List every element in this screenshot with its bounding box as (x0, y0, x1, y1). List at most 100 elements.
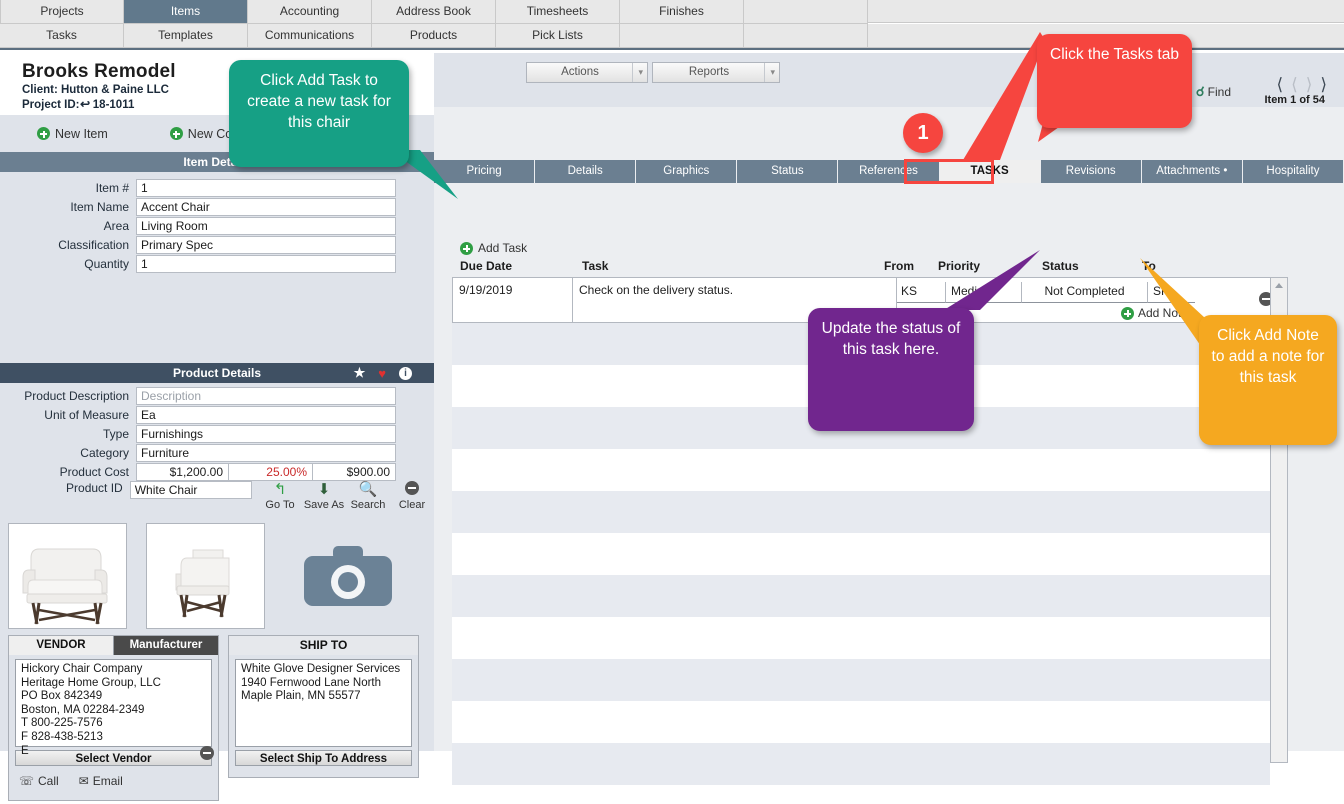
menu-tab-projects[interactable]: Projects (0, 0, 124, 24)
vendor-contact-actions: ☏ Call ✉ Email (19, 774, 218, 788)
tab-graphics[interactable]: Graphics (636, 160, 738, 183)
tab-pricing[interactable]: Pricing (434, 160, 536, 183)
bottom-cards: VENDOR Manufacturer Hickory Chair Compan… (0, 635, 434, 804)
select-ship-to-address-button[interactable]: Select Ship To Address (235, 750, 412, 766)
menu-tab-tasks[interactable]: Tasks (0, 24, 124, 48)
input-product-description[interactable]: Description (136, 386, 396, 405)
tab-status[interactable]: Status (737, 160, 839, 183)
actions-dropdown[interactable]: Actions ▾ (526, 62, 648, 83)
add-photo-placeholder[interactable] (300, 541, 396, 611)
field-row-product-id: Product ID White Chair ↰ Go To ⬇ Save As… (0, 481, 434, 511)
menu-tab-accounting[interactable]: Accounting (248, 0, 372, 24)
clear-button[interactable]: Clear (390, 481, 434, 511)
task-table-header: Due Date Task From Priority Status To (434, 259, 1344, 277)
vendor-card: VENDOR Manufacturer Hickory Chair Compan… (8, 635, 219, 801)
record-navigation: ⟨ ⟨ ⟩ ⟩ (1276, 75, 1327, 95)
tab-attachments[interactable]: Attachments • (1141, 160, 1243, 183)
column-header-task: Task (582, 259, 609, 273)
next-record-icon[interactable]: ⟩ (1306, 75, 1313, 95)
add-task-button[interactable]: Add Task (460, 241, 527, 255)
cell-due-date[interactable]: 9/19/2019 (453, 278, 573, 322)
search-icon: 🔍 (358, 481, 378, 498)
input-type[interactable]: Furnishings (136, 424, 396, 443)
cell-from[interactable]: KS (897, 282, 945, 303)
menu-tab-templates[interactable]: Templates (124, 24, 248, 48)
input-unit-of-measure[interactable]: Ea (136, 405, 396, 424)
info-icon[interactable]: i (399, 366, 412, 380)
field-row-category: Category Furniture (0, 443, 434, 462)
search-button[interactable]: 🔍 Search (346, 481, 390, 511)
input-classification[interactable]: Primary Spec (136, 235, 396, 254)
back-arrow-icon[interactable]: ↪ (80, 97, 90, 111)
empty-row (452, 575, 1270, 617)
heart-icon[interactable]: ♥ (378, 366, 386, 381)
save-as-button[interactable]: ⬇ Save As (302, 481, 346, 511)
menu-tab-communications[interactable]: Communications (248, 24, 372, 48)
product-image-side[interactable] (146, 523, 265, 629)
empty-row (452, 533, 1270, 575)
email-button[interactable]: ✉ Email (79, 774, 123, 788)
plus-circle-icon (169, 127, 183, 140)
menu-tab-items[interactable]: Items (124, 0, 248, 24)
go-to-button[interactable]: ↰ Go To (258, 481, 302, 511)
product-image-front[interactable] (8, 523, 127, 629)
search-label: Search (350, 499, 386, 511)
item-count-label: Item 1 of 54 (1264, 94, 1325, 106)
reports-dropdown[interactable]: Reports ▾ (652, 62, 780, 83)
label-product-id: Product ID (66, 481, 123, 495)
first-record-icon[interactable]: ⟨ (1276, 75, 1283, 95)
input-area[interactable]: Living Room (136, 216, 396, 235)
previous-record-icon[interactable]: ⟨ (1291, 75, 1298, 95)
product-tool-group: ↰ Go To ⬇ Save As 🔍 Search Clear (258, 481, 434, 511)
menu-tab-products[interactable]: Products (372, 24, 496, 48)
product-details-section-header: Product Details ★ ♥ i (0, 363, 434, 383)
tab-hospitality[interactable]: Hospitality (1242, 160, 1344, 183)
menu-tab-address-book[interactable]: Address Book (372, 0, 496, 24)
vendor-address[interactable]: Hickory Chair Company Heritage Home Grou… (15, 659, 212, 757)
menu-tab-finishes[interactable]: Finishes (620, 0, 744, 24)
tab-manufacturer[interactable]: Manufacturer (114, 636, 218, 655)
input-category[interactable]: Furniture (136, 443, 396, 462)
scroll-up-icon[interactable] (1275, 283, 1283, 288)
save-as-label: Save As (303, 499, 345, 511)
empty-row (452, 659, 1270, 701)
callout-tasks-tab: Click the Tasks tab (1037, 34, 1192, 128)
go-to-label: Go To (265, 499, 295, 511)
input-product-id[interactable]: White Chair (129, 481, 252, 499)
callout-update-status-text: Update the status of this task here. (821, 320, 961, 358)
field-row-item-number: Item # 1 (0, 178, 434, 197)
ship-to-address[interactable]: White Glove Designer Services 1940 Fernw… (235, 659, 412, 747)
reports-separator (764, 63, 765, 82)
star-icon[interactable]: ★ (354, 365, 366, 381)
column-header-from: From (884, 259, 914, 273)
call-button[interactable]: ☏ Call (19, 774, 59, 788)
input-product-cost[interactable]: $1,200.00 (136, 462, 228, 481)
actions-separator (632, 63, 633, 82)
last-record-icon[interactable]: ⟩ (1320, 75, 1327, 95)
input-product-price[interactable]: $900.00 (312, 462, 396, 481)
find-button[interactable]: ☌ Find (1196, 84, 1231, 100)
input-item-name[interactable]: Accent Chair (136, 197, 396, 216)
tab-vendor[interactable]: VENDOR (9, 636, 114, 655)
input-quantity[interactable]: 1 (136, 254, 396, 273)
tab-details[interactable]: Details (535, 160, 637, 183)
new-item-label: New Item (55, 126, 108, 141)
add-note-button[interactable]: Add Note (1121, 306, 1188, 320)
new-item-button[interactable]: New Item (37, 127, 108, 141)
tab-revisions[interactable]: Revisions (1040, 160, 1142, 183)
callout-tasks-tab-text: Click the Tasks tab (1050, 46, 1179, 63)
input-product-markup[interactable]: 25.00% (228, 462, 312, 481)
cell-status[interactable]: Not Completed (1021, 282, 1147, 303)
remove-vendor-icon[interactable] (200, 746, 214, 760)
cell-to[interactable]: SP (1147, 282, 1195, 303)
input-item-number[interactable]: 1 (136, 178, 396, 197)
label-classification: Classification (58, 237, 129, 252)
menu-tab-timesheets[interactable]: Timesheets (496, 0, 620, 24)
menu-tab-empty-2 (620, 24, 744, 48)
vendor-card-tabs: VENDOR Manufacturer (9, 636, 218, 655)
column-header-due-date: Due Date (460, 259, 513, 273)
menu-tab-pick-lists[interactable]: Pick Lists (496, 24, 620, 48)
cell-priority[interactable]: Medium (945, 282, 1021, 303)
product-details-icon-group: ★ ♥ i (354, 363, 412, 383)
select-vendor-button[interactable]: Select Vendor (15, 750, 212, 766)
